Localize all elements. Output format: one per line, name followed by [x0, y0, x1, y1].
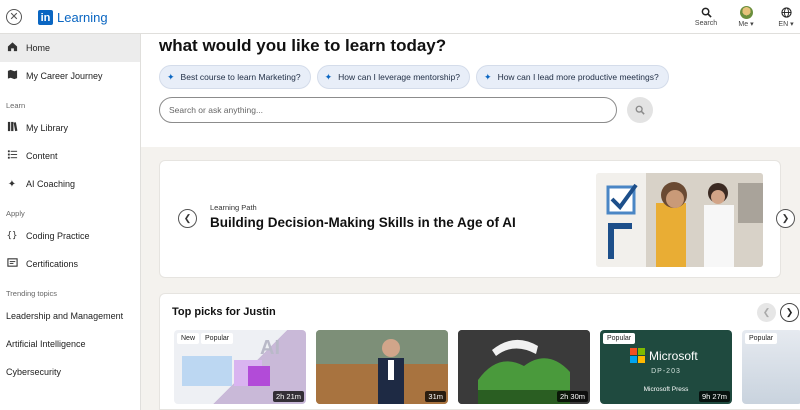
language-menu-label: EN ▾ [778, 21, 794, 28]
brand-name: Learning [57, 10, 108, 25]
microsoft-wordmark: Microsoft [649, 348, 698, 363]
svg-text:AI: AI [260, 337, 280, 359]
learning-path-title[interactable]: Building Decision-Making Skills in the A… [210, 215, 516, 230]
sparkle-icon: ✦ [167, 71, 175, 82]
me-menu-label: Me ▾ [738, 21, 754, 28]
search-action-label: Search [694, 20, 718, 27]
search-row: Search or ask anything... [159, 97, 800, 123]
section-heading-apply: Apply [6, 208, 25, 218]
search-icon [635, 105, 645, 115]
me-menu[interactable]: Me ▾ [732, 4, 760, 28]
popular-badge: Popular [201, 333, 234, 344]
course-card[interactable]: Popular [742, 330, 800, 404]
sidebar-item-certifications[interactable]: Certifications [0, 250, 140, 278]
sidebar-item-label: Certifications [26, 259, 79, 269]
duration-label: 31m [425, 391, 446, 402]
section-heading-trending: Trending topics [6, 288, 57, 298]
sidebar-item-my-library[interactable]: My Library [0, 114, 140, 142]
duration-label: 9h 27m [698, 391, 730, 402]
avatar [739, 5, 753, 19]
top-bar: ✕ in Learning Search Me ▾ EN ▾ [0, 0, 800, 34]
top-actions: Search Me ▾ EN ▾ [692, 4, 800, 28]
carousel-prev-button[interactable]: ❮ [178, 209, 197, 228]
globe-icon [780, 4, 792, 20]
certificate-icon [6, 257, 18, 271]
map-icon [6, 69, 18, 83]
sidebar-item-ai-coaching[interactable]: ✦ AI Coaching [0, 170, 140, 198]
duration-label: 2h 30m [556, 391, 588, 402]
code-icon: {} [6, 231, 18, 241]
sidebar-item-label: Coding Practice [26, 231, 90, 241]
microsoft-logo-icon [630, 348, 645, 363]
sidebar-item-home[interactable]: Home [0, 34, 140, 62]
course-card[interactable]: 2h 30m [458, 330, 590, 404]
sidebar-item-label: My Career Journey [26, 71, 103, 81]
popular-badge: Popular [603, 333, 636, 344]
picks-next-button[interactable]: ❯ [780, 303, 799, 322]
picks-prev-button[interactable]: ❮ [757, 303, 776, 322]
course-card[interactable]: 31m [316, 330, 448, 404]
duration-label: 2h 21m [272, 391, 304, 402]
sparkle-icon: ✦ [324, 71, 333, 82]
learning-path-image [596, 173, 763, 267]
sidebar-item-label: My Library [26, 123, 69, 133]
sidebar-item-content[interactable]: Content [0, 142, 140, 170]
main-content: what would you like to learn today? ✦ Be… [141, 34, 800, 410]
course-card[interactable]: Popular Microsoft DP-203 Microsoft Press… [600, 330, 732, 404]
linkedin-logo-icon: in [38, 10, 53, 25]
sidebar: Home My Career Journey Learn My Library … [0, 34, 141, 410]
learning-path-card[interactable]: ❮ Learning Path Building Decision-Making… [159, 160, 795, 278]
sidebar-item-career-journey[interactable]: My Career Journey [0, 62, 140, 90]
top-picks-section: Top picks for Justin ❮ ❯ AI New Popular … [159, 293, 800, 410]
microsoft-logo: Microsoft [630, 348, 698, 363]
chip-label: How can I leverage mentorship? [338, 72, 461, 82]
library-icon [6, 121, 18, 135]
close-icon[interactable]: ✕ [6, 9, 22, 25]
suggestion-chip[interactable]: ✦ How can I leverage mentorship? [316, 65, 471, 89]
learning-path-kicker: Learning Path [210, 203, 257, 212]
brand-logo[interactable]: in Learning [38, 10, 108, 25]
sidebar-item-label: Home [26, 43, 51, 53]
search-icon [701, 4, 712, 20]
suggestion-chip[interactable]: ✦ Best course to learn Marketing? [159, 65, 311, 89]
chip-label: Best course to learn Marketing? [180, 72, 301, 82]
suggestion-chips: ✦ Best course to learn Marketing? ✦ How … [159, 65, 800, 89]
course-code: DP-203 [651, 368, 681, 375]
list-icon [6, 149, 18, 163]
suggestion-chip[interactable]: ✦ How can I lead more productive meeting… [476, 65, 669, 89]
course-card-list: AI New Popular 2h 21m 31m 2h 30m Popular… [174, 330, 800, 404]
course-card[interactable]: AI New Popular 2h 21m [174, 330, 306, 404]
sidebar-item-leadership[interactable]: Leadership and Management [0, 302, 140, 330]
sidebar-item-artificial-intelligence[interactable]: Artificial Intelligence [0, 330, 140, 358]
language-menu[interactable]: EN ▾ [772, 4, 800, 28]
sparkle-icon: ✦ [7, 178, 17, 190]
top-picks-title: Top picks for Justin [172, 306, 276, 318]
page-title: what would you like to learn today? [159, 36, 447, 55]
chip-label: How can I lead more productive meetings? [497, 72, 659, 82]
popular-badge: Popular [745, 333, 778, 344]
sidebar-item-cybersecurity[interactable]: Cybersecurity [0, 358, 140, 386]
new-badge: New [177, 333, 200, 344]
hero-section: what would you like to learn today? ✦ Be… [141, 34, 800, 147]
search-action[interactable]: Search [692, 4, 720, 28]
search-submit-button[interactable] [627, 97, 653, 123]
sidebar-item-label: Content [26, 151, 58, 161]
sidebar-item-coding-practice[interactable]: {} Coding Practice [0, 222, 140, 250]
search-input[interactable]: Search or ask anything... [159, 97, 617, 123]
sidebar-item-label: AI Coaching [26, 179, 76, 189]
section-heading-learn: Learn [6, 100, 26, 110]
carousel-next-button[interactable]: ❯ [776, 209, 795, 228]
home-icon [6, 41, 18, 55]
sparkle-icon: ✦ [484, 71, 492, 82]
